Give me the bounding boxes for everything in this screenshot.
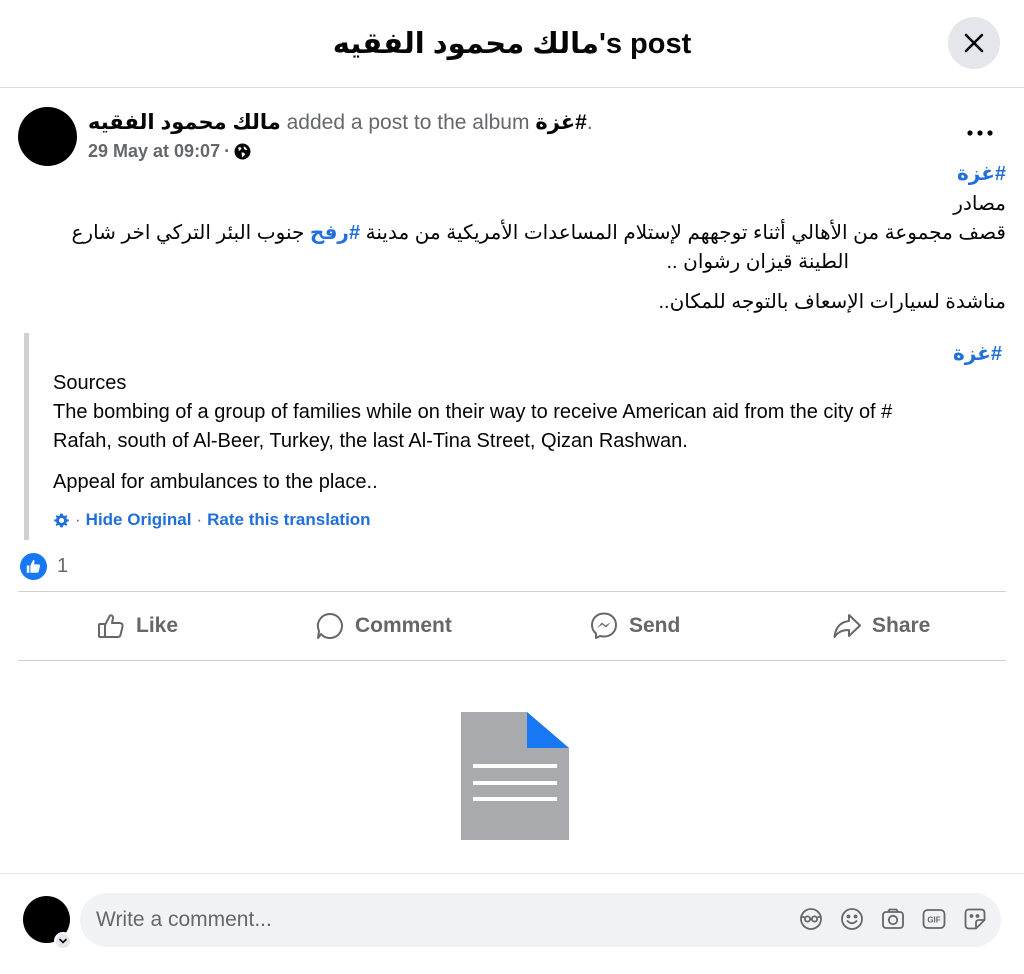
hide-original-link[interactable]: Hide Original <box>86 510 192 530</box>
album-link[interactable]: #غزة <box>535 111 587 134</box>
sticker-icon <box>964 908 986 930</box>
comment-icon <box>316 612 343 639</box>
original-hashtag[interactable]: #غزة <box>957 160 1006 188</box>
author-name[interactable]: مالك محمود الفقيه <box>88 111 281 134</box>
dialog-header: مالك محمود الفقيه's post <box>0 0 1024 88</box>
share-button[interactable]: Share <box>832 606 930 646</box>
links-separator-2: · <box>196 510 203 529</box>
reactions-summary[interactable]: 1 <box>20 553 68 580</box>
camera-icon <box>882 908 904 929</box>
photo-button[interactable] <box>881 907 905 931</box>
links-separator: · <box>75 510 81 529</box>
translation-hashtag[interactable]: #غزة <box>953 340 1002 368</box>
avatar-icon <box>800 908 822 930</box>
action-text: added a post to the album <box>286 111 530 134</box>
post-timestamp[interactable]: 29 May at 09:07 <box>88 141 220 162</box>
send-button[interactable]: Send <box>589 606 680 646</box>
comment-input[interactable] <box>96 893 776 947</box>
like-button[interactable]: Like <box>96 606 178 646</box>
globe-icon <box>234 143 251 160</box>
share-label: Share <box>872 614 931 637</box>
reaction-count: 1 <box>57 555 69 577</box>
like-reaction-icon <box>20 553 47 580</box>
gif-icon: GIF <box>922 909 946 929</box>
original-line-1: قصف مجموعة من الأهالي أثناء توجههم لإستل… <box>71 222 1007 244</box>
avatar-menu-button[interactable] <box>54 932 72 950</box>
more-options-button[interactable] <box>960 118 1000 148</box>
settings-icon[interactable] <box>53 512 70 529</box>
messenger-icon <box>591 612 617 639</box>
document-icon <box>461 712 569 840</box>
hashtag-rafah[interactable]: #رفح <box>310 222 360 244</box>
translation-line-2: Rafah, south of Al-Beer, Turkey, the las… <box>53 430 688 452</box>
comment-tools: GIF <box>799 907 987 931</box>
post-meta: 29 May at 09:07 · <box>88 141 251 162</box>
rate-translation-link[interactable]: Rate this translation <box>207 510 370 530</box>
comment-input-container: GIF <box>80 893 1001 947</box>
avatar-sticker-button[interactable] <box>799 907 823 931</box>
more-icon <box>967 130 993 136</box>
emoji-icon <box>841 908 863 930</box>
translation-links: · Hide Original · Rate this translation <box>53 510 371 530</box>
share-icon <box>833 614 861 638</box>
album-end: . <box>586 111 593 134</box>
comment-label: Comment <box>355 614 452 637</box>
original-line-3: مناشدة لسيارات الإسعاف بالتوجه للمكان.. <box>658 291 1006 313</box>
gif-button[interactable]: GIF <box>922 907 946 931</box>
translation-line-1: The bombing of a group of families while… <box>53 401 893 423</box>
sticker-button[interactable] <box>963 907 987 931</box>
meta-separator: · <box>224 141 231 161</box>
translation-line-3: Appeal for ambulances to the place.. <box>53 471 378 493</box>
translation-sources-line: Sources <box>53 372 127 394</box>
like-icon <box>98 614 124 638</box>
post-author-line: مالك محمود الفقيه added a post to the al… <box>88 110 593 135</box>
svg-text:GIF: GIF <box>927 916 940 925</box>
emoji-button[interactable] <box>840 907 864 931</box>
author-avatar[interactable] <box>18 107 77 166</box>
send-label: Send <box>629 614 681 637</box>
like-label: Like <box>136 614 179 637</box>
comment-button[interactable]: Comment <box>315 606 452 646</box>
dialog-title: مالك محمود الفقيه's post <box>332 28 692 60</box>
original-line-2: الطينة قيزان رشوان .. <box>666 251 850 273</box>
close-icon <box>964 33 984 53</box>
post-action-bar: Like Comment Send Share <box>18 591 1006 661</box>
original-sources-line: مصادر <box>953 193 1006 215</box>
close-button[interactable] <box>948 17 1000 69</box>
chevron-down-icon <box>59 938 67 944</box>
